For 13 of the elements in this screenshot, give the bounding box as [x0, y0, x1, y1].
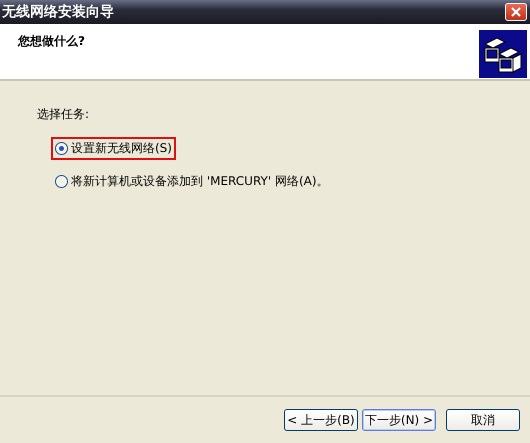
radio-button[interactable]	[55, 142, 68, 155]
header-heading: 您想做什么?	[18, 33, 85, 50]
radio-option[interactable]: 将新计算机或设备添加到 'MERCURY' 网络(A)。	[51, 170, 333, 193]
radio-option[interactable]: 设置新无线网络(S)	[51, 137, 176, 160]
next-button[interactable]: 下一步(N) >	[362, 409, 436, 431]
cancel-button[interactable]: 取消	[446, 409, 520, 431]
back-button[interactable]: < 上一步(B)	[284, 409, 358, 431]
task-label: 选择任务:	[37, 106, 90, 123]
computers-icon	[479, 30, 527, 78]
close-button[interactable]	[505, 3, 527, 21]
window-title: 无线网络安装向导	[2, 3, 114, 21]
close-icon	[509, 6, 523, 18]
radio-button[interactable]	[55, 175, 68, 188]
